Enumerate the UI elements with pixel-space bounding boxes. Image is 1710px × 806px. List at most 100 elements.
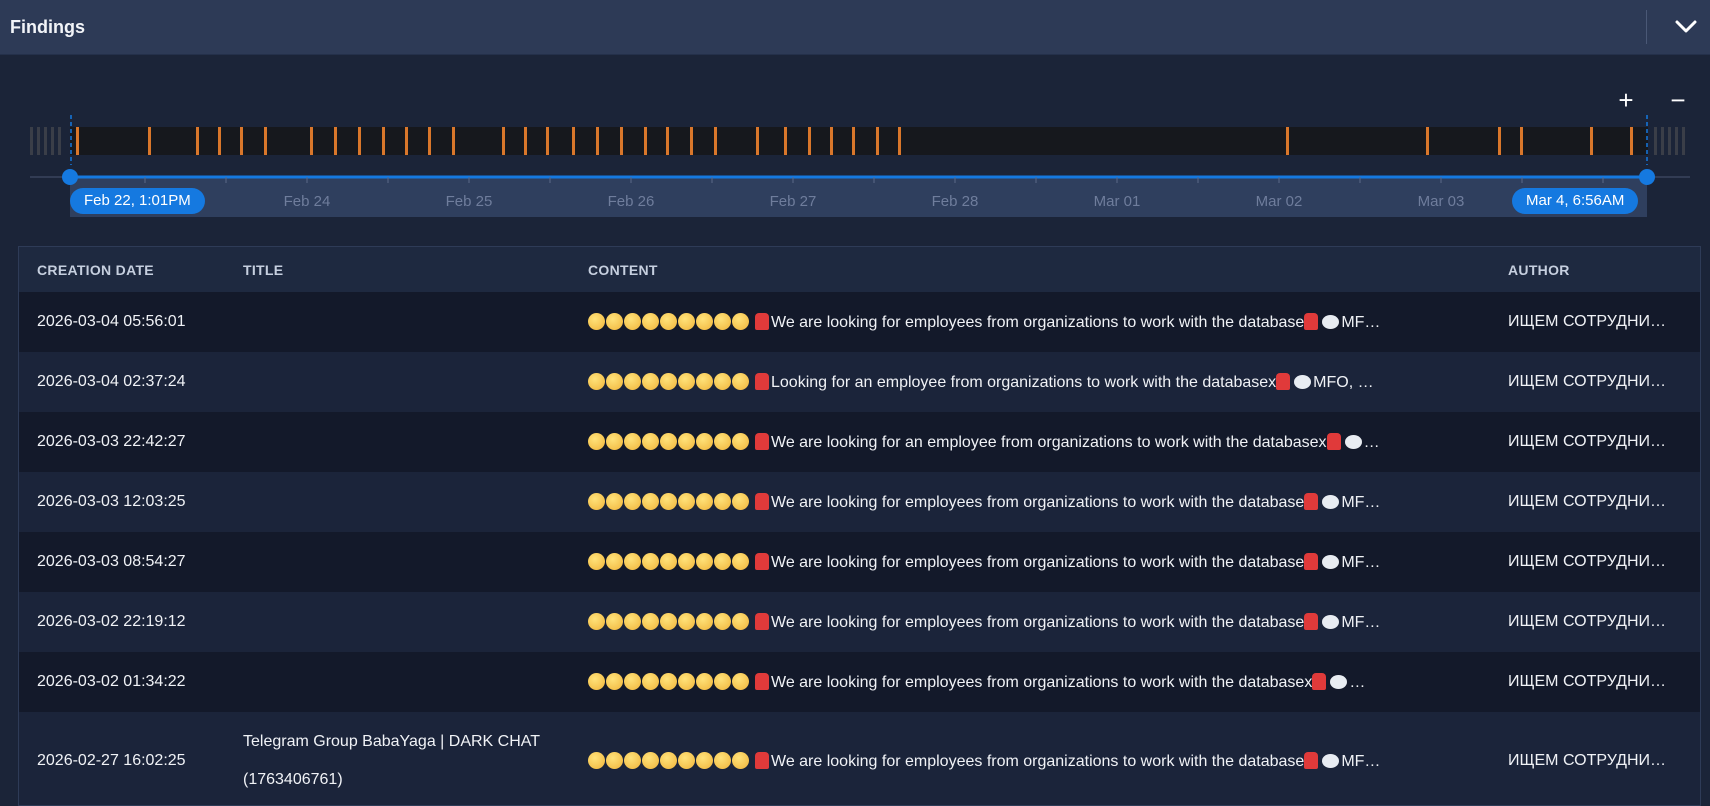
content-tail-text: …	[1349, 673, 1366, 691]
cell-author: ИЩЕМ СОТРУДНИ…	[1490, 472, 1700, 532]
siren-icon	[1304, 552, 1319, 570]
cell-author: ИЩЕМ СОТРУДНИ…	[1490, 652, 1700, 712]
collapse-button[interactable]	[1668, 14, 1704, 40]
emoji-face-icon	[678, 312, 695, 330]
emoji-face-icon	[606, 552, 623, 570]
emoji-icons	[588, 751, 749, 769]
emoji-face-icon	[660, 612, 677, 630]
emoji-face-icon	[588, 432, 605, 450]
axis-label: Feb 24	[284, 193, 331, 210]
content-text: We are looking for employees from organi…	[771, 313, 1305, 331]
speech-bubble-icon	[1344, 434, 1362, 449]
table-row[interactable]: 2026-02-27 16:02:25 Telegram Group BabaYa…	[19, 712, 1700, 805]
cell-creation-date: 2026-03-03 08:54:27	[19, 532, 225, 592]
emoji-face-icon	[696, 751, 713, 769]
timeline-event-mark	[428, 127, 431, 155]
siren-icon	[1304, 312, 1319, 330]
emoji-face-icon	[588, 552, 605, 570]
cell-content: We are looking for employees from organi…	[570, 292, 1490, 352]
cell-author: ИЩЕМ СОТРУДНИ…	[1490, 352, 1700, 412]
cell-creation-date: 2026-03-03 12:03:25	[19, 472, 225, 532]
column-header-title[interactable]: TITLE	[225, 247, 570, 292]
cell-title	[225, 412, 570, 472]
timeline-event-mark	[310, 127, 313, 155]
emoji-face-icon	[696, 432, 713, 450]
column-header-creation-date[interactable]: CREATION DATE	[19, 247, 225, 292]
table-row[interactable]: 2026-03-03 08:54:27 We are looking for em…	[19, 532, 1700, 592]
out-of-range-tick	[37, 127, 40, 155]
emoji-face-icon	[606, 492, 623, 510]
timeline-event-mark	[644, 127, 647, 155]
emoji-face-icon	[624, 552, 641, 570]
findings-table: CREATION DATE TITLE CONTENT AUTHOR 2026-…	[18, 246, 1701, 806]
column-header-content[interactable]: CONTENT	[570, 247, 1490, 292]
timeline-event-mark	[1426, 127, 1429, 155]
cell-content: We are looking for employees from organi…	[570, 652, 1490, 712]
timeline-event-mark	[334, 127, 337, 155]
chevron-down-icon	[1675, 20, 1697, 33]
cell-author: ИЩЕМ СОТРУДНИ…	[1490, 532, 1700, 592]
axis-label: Feb 25	[446, 193, 493, 210]
table-row[interactable]: 2026-03-04 02:37:24 Looking for an employ…	[19, 352, 1700, 412]
timeline-event-mark	[524, 127, 527, 155]
range-start-label[interactable]: Feb 22, 1:01PM	[70, 188, 205, 214]
table-row[interactable]: 2026-03-04 05:56:01 We are looking for em…	[19, 292, 1700, 352]
range-end-label[interactable]: Mar 4, 6:56AM	[1512, 188, 1639, 214]
table-row[interactable]: 2026-03-02 22:19:12 We are looking for em…	[19, 592, 1700, 652]
timeline-event-mark	[596, 127, 599, 155]
emoji-face-icon	[678, 612, 695, 630]
emoji-face-icon	[606, 312, 623, 330]
content-tail-text: MF…	[1341, 493, 1381, 511]
emoji-face-icon	[732, 751, 749, 769]
emoji-face-icon	[588, 492, 605, 510]
siren-icon	[755, 372, 769, 390]
emoji-face-icon	[642, 612, 659, 630]
axis-label: Feb 26	[608, 193, 655, 210]
cell-content: We are looking for employees from organi…	[570, 592, 1490, 652]
content-text: We are looking for employees from organi…	[771, 493, 1305, 511]
emoji-face-icon	[732, 432, 749, 450]
emoji-face-icon	[714, 612, 731, 630]
out-of-range-tick	[1668, 127, 1671, 155]
cell-title	[225, 592, 570, 652]
siren-icon	[755, 312, 769, 330]
header-divider	[1646, 10, 1647, 44]
timeline-chart[interactable]: Feb 24 Feb 25 Feb 26 Feb 27 Feb 28 Mar 01 Mar …	[0, 55, 1710, 245]
emoji-face-icon	[696, 312, 713, 330]
speech-bubble-icon	[1322, 314, 1340, 329]
table-row[interactable]: 2026-03-02 01:34:22 We are looking for em…	[19, 652, 1700, 712]
table-row[interactable]: 2026-03-03 22:42:27 We are looking for an…	[19, 412, 1700, 472]
emoji-icons	[588, 432, 749, 450]
out-of-range-tick	[58, 127, 61, 155]
emoji-face-icon	[678, 492, 695, 510]
timeline-event-mark	[714, 127, 717, 155]
axis-label: Mar 03	[1418, 193, 1465, 210]
emoji-face-icon	[588, 751, 605, 769]
timeline-event-mark	[1520, 127, 1523, 155]
timeline-event-mark	[546, 127, 549, 155]
emoji-face-icon	[696, 552, 713, 570]
timeline-event-mark	[572, 127, 575, 155]
timeline-event-mark	[148, 127, 151, 155]
column-header-author[interactable]: AUTHOR	[1490, 247, 1700, 292]
timeline-event-mark	[264, 127, 267, 155]
emoji-face-icon	[642, 312, 659, 330]
emoji-face-icon	[732, 552, 749, 570]
emoji-face-icon	[696, 672, 713, 690]
siren-icon	[1326, 432, 1341, 450]
timeline-event-mark	[358, 127, 361, 155]
emoji-face-icon	[678, 751, 695, 769]
timeline-event-mark	[405, 127, 408, 155]
timeline-event-mark	[196, 127, 199, 155]
emoji-face-icon	[714, 672, 731, 690]
timeline-event-mark	[756, 127, 759, 155]
cell-creation-date: 2026-03-04 02:37:24	[19, 352, 225, 412]
content-tail-text: MF…	[1341, 752, 1381, 770]
axis-label: Feb 28	[932, 193, 979, 210]
table-row[interactable]: 2026-03-03 12:03:25 We are looking for em…	[19, 472, 1700, 532]
content-tail-text: MFO, …	[1313, 373, 1374, 391]
speech-bubble-icon	[1294, 374, 1312, 389]
timeline-event-mark	[76, 127, 79, 155]
axis-label: Mar 02	[1256, 193, 1303, 210]
timeline-event-mark	[898, 127, 901, 155]
